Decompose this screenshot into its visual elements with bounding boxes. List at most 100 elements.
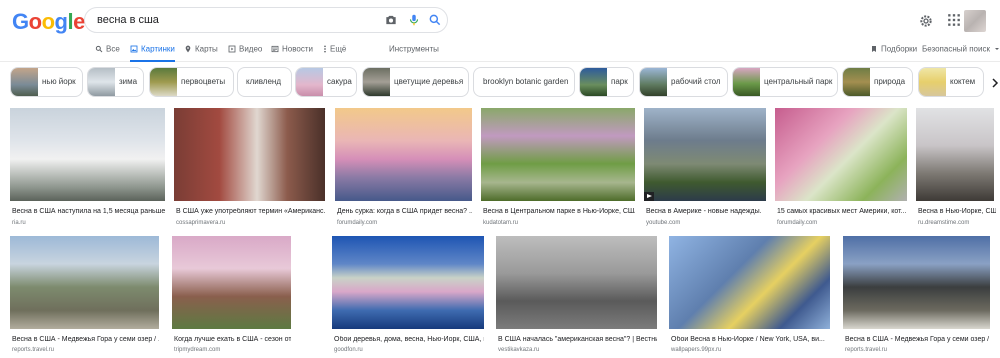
- result-source[interactable]: forumdaily.com: [337, 220, 377, 226]
- result-image[interactable]: [172, 236, 291, 329]
- google-logo[interactable]: Google: [12, 9, 85, 35]
- chip-thumbnail: [296, 68, 323, 96]
- result-image[interactable]: [669, 236, 830, 329]
- result-source[interactable]: forumdaily.com: [777, 220, 817, 226]
- result-caption[interactable]: Весна в Центральном парке в Нью-Йорке, С…: [483, 208, 635, 215]
- result-caption[interactable]: Весна в Америке - новые надежды.: [646, 208, 766, 215]
- gear-icon[interactable]: [918, 13, 934, 29]
- result-image[interactable]: [496, 236, 657, 329]
- result-caption[interactable]: 15 самых красивых мест Америки, кот...: [777, 208, 907, 215]
- chevron-right-icon: [992, 78, 999, 88]
- tab-all[interactable]: Все: [95, 44, 120, 62]
- chip-sakura[interactable]: сакура: [295, 67, 357, 97]
- result-caption[interactable]: В США уже употребляют термин «Американс.…: [176, 208, 325, 215]
- search-icon[interactable]: [428, 13, 442, 27]
- result-image[interactable]: [332, 236, 484, 329]
- chip-label: сакура: [327, 77, 352, 86]
- result-image[interactable]: [174, 108, 325, 201]
- tab-label: Карты: [195, 44, 218, 54]
- image-icon: [130, 45, 138, 53]
- result-caption[interactable]: Обои деревья, дома, весна, Нью-Йорк, США…: [334, 336, 484, 343]
- result-image[interactable]: [10, 236, 159, 329]
- result-source[interactable]: youtube.com: [646, 220, 680, 226]
- tab-label: Ещё: [330, 44, 347, 54]
- result-image[interactable]: [481, 108, 635, 201]
- image-result[interactable]: Когда лучше ехать в США - сезон отдыха в…: [172, 236, 291, 358]
- safesearch-dropdown[interactable]: Безопасный поиск: [922, 44, 1000, 62]
- image-result[interactable]: Весна в Америке - новые надежды. youtube…: [644, 108, 766, 230]
- result-image[interactable]: [916, 108, 994, 201]
- result-caption[interactable]: Весна в США - Медвежья Гора у семи озер …: [845, 336, 990, 343]
- collections-button[interactable]: Подборки: [870, 44, 917, 62]
- result-source[interactable]: wallpapers.99px.ru: [671, 347, 721, 353]
- related-searches-chips: нью йорк зима первоцветы кливленд сакура…: [0, 67, 1000, 97]
- result-source[interactable]: kudatotam.ru: [483, 220, 518, 226]
- image-result[interactable]: Весна в США - Медвежья Гора у семи озер …: [10, 236, 159, 358]
- image-result[interactable]: В США началась "американская весна"? | В…: [496, 236, 657, 358]
- microphone-icon[interactable]: [407, 13, 421, 27]
- image-result[interactable]: Весна в Нью-Йорке, США. ru.dreamstime.co…: [916, 108, 996, 230]
- result-source[interactable]: ria.ru: [12, 220, 26, 226]
- image-result[interactable]: 15 самых красивых мест Америки, кот... f…: [775, 108, 907, 230]
- chip-nature[interactable]: природа: [842, 67, 913, 97]
- apps-grid-icon[interactable]: [947, 13, 961, 27]
- result-image[interactable]: [775, 108, 907, 201]
- chip-cleveland[interactable]: кливленд: [237, 67, 292, 97]
- tab-news[interactable]: Новости: [271, 44, 313, 62]
- chip-thumbnail: [843, 68, 870, 96]
- image-result[interactable]: Весна в США - Медвежья Гора у семи озер …: [843, 236, 990, 358]
- avatar[interactable]: [964, 10, 986, 32]
- image-result[interactable]: Весна в Центральном парке в Нью-Йорке, С…: [481, 108, 635, 230]
- safesearch-label: Безопасный поиск: [922, 44, 990, 54]
- image-result[interactable]: Обои деревья, дома, весна, Нью-Йорк, США…: [332, 236, 484, 358]
- result-caption[interactable]: Обои Весна в Нью-Йорке / New York, USA, …: [671, 336, 830, 343]
- tab-more[interactable]: Ещё: [323, 44, 346, 62]
- search-box: [84, 7, 448, 33]
- image-result[interactable]: В США уже употребляют термин «Американс.…: [174, 108, 325, 230]
- chip-blooming-trees[interactable]: цветущие деревья: [362, 67, 469, 97]
- tools-button[interactable]: Инструменты: [389, 44, 439, 62]
- result-image[interactable]: [10, 108, 165, 201]
- chip-winter[interactable]: зима: [87, 67, 144, 97]
- chip-label: зима: [119, 77, 138, 86]
- chips-next-button[interactable]: [984, 70, 1000, 96]
- collections-label: Подборки: [881, 44, 918, 54]
- result-source[interactable]: vestikavkaza.ru: [498, 347, 539, 353]
- image-result[interactable]: Весна в США наступила на 1,5 месяца рань…: [10, 108, 165, 230]
- chip-new-york[interactable]: нью йорк: [10, 67, 83, 97]
- chip-label: первоцветы: [181, 77, 226, 86]
- tab-video[interactable]: Видео: [228, 44, 262, 62]
- tab-images[interactable]: Картинки: [130, 44, 175, 62]
- chip-central-park[interactable]: центральный парк: [732, 67, 838, 97]
- tab-maps[interactable]: Карты: [184, 44, 218, 62]
- chip-thumbnail: [11, 68, 38, 96]
- chip-primroses[interactable]: первоцветы: [149, 67, 234, 97]
- image-result[interactable]: Обои Весна в Нью-Йорке / New York, USA, …: [669, 236, 830, 358]
- image-result[interactable]: День сурка: когда в США придет весна? ..…: [335, 108, 472, 230]
- result-source[interactable]: goodfon.ru: [334, 347, 363, 353]
- tab-label: Видео: [239, 44, 263, 54]
- chip-label: природа: [874, 77, 906, 86]
- chip-thumbnail: [580, 68, 607, 96]
- result-caption[interactable]: Когда лучше ехать в США - сезон отдыха в…: [174, 336, 291, 343]
- chip-park[interactable]: парк: [579, 67, 634, 97]
- news-icon: [271, 45, 279, 52]
- chip-koktem[interactable]: коктем: [918, 67, 984, 97]
- result-caption[interactable]: День сурка: когда в США придет весна? ..…: [337, 208, 472, 215]
- result-image[interactable]: [843, 236, 990, 329]
- result-source[interactable]: reports.travel.ru: [845, 347, 887, 353]
- result-source[interactable]: cossaprimavera.ru: [176, 220, 225, 226]
- result-caption[interactable]: В США началась "американская весна"? | В…: [498, 336, 657, 343]
- result-source[interactable]: reports.travel.ru: [12, 347, 54, 353]
- result-caption[interactable]: Весна в США наступила на 1,5 месяца рань…: [12, 208, 165, 215]
- result-caption[interactable]: Весна в США - Медвежья Гора у семи озер …: [12, 336, 159, 343]
- chip-desktop[interactable]: рабочий стол: [639, 67, 728, 97]
- search-input[interactable]: [97, 11, 367, 29]
- camera-icon[interactable]: [384, 13, 398, 27]
- result-source[interactable]: tripmydream.com: [174, 347, 220, 353]
- result-image[interactable]: [335, 108, 472, 201]
- result-source[interactable]: ru.dreamstime.com: [918, 220, 969, 226]
- chip-brooklyn-botanic-garden[interactable]: brooklyn botanic garden: [473, 67, 575, 97]
- result-image[interactable]: [644, 108, 766, 201]
- result-caption[interactable]: Весна в Нью-Йорке, США.: [918, 208, 996, 215]
